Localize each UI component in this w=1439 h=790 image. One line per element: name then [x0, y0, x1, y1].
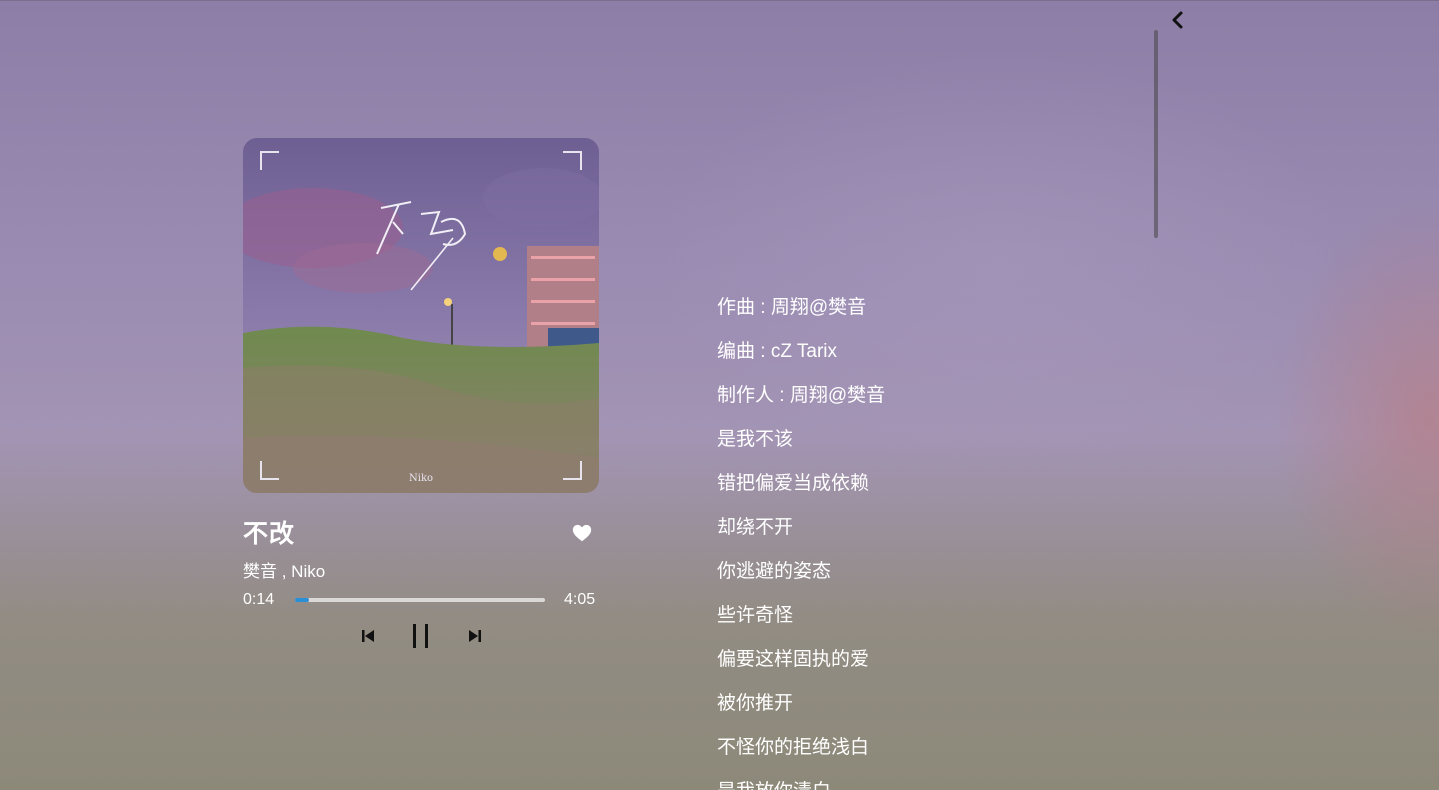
lyric-line[interactable]: 些许奇怪	[717, 602, 885, 646]
lyric-line[interactable]: 作曲 : 周翔@樊音	[717, 294, 885, 338]
skip-next-icon	[469, 630, 481, 642]
heart-icon	[572, 524, 592, 542]
lyrics-list: 作曲 : 周翔@樊音 编曲 : cZ Tarix 制作人 : 周翔@樊音 是我不该 错把…	[717, 294, 885, 790]
lyric-line[interactable]: 是我不该	[717, 426, 885, 470]
current-time: 0:14	[243, 591, 275, 608]
total-time: 4:05	[564, 591, 596, 608]
window-top-edge	[0, 0, 1439, 1]
lyric-line[interactable]: 错把偏爱当成依赖	[717, 470, 885, 514]
progress-fill	[295, 598, 310, 602]
like-button[interactable]	[571, 522, 593, 544]
song-artists[interactable]: 樊音 , Niko	[243, 557, 325, 582]
cover-signature: Niko	[409, 473, 433, 484]
lyric-line[interactable]: 偏要这样固执的爱	[717, 646, 885, 690]
next-button[interactable]	[467, 628, 483, 644]
lyric-line[interactable]: 你逃避的姿态	[717, 558, 885, 602]
lyric-line[interactable]: 不怪你的拒绝浅白	[717, 734, 885, 778]
album-cover-art: Niko	[243, 138, 599, 493]
pause-button[interactable]	[410, 623, 432, 649]
pause-icon	[413, 624, 428, 648]
previous-button[interactable]	[360, 628, 376, 644]
progress-bar[interactable]	[295, 598, 545, 602]
lyric-line[interactable]: 被你推开	[717, 690, 885, 734]
lyric-line[interactable]: 是我放你清白	[717, 778, 885, 790]
chevron-left-icon	[1172, 11, 1183, 29]
lyric-line[interactable]: 却绕不开	[717, 514, 885, 558]
skip-previous-icon	[362, 630, 374, 642]
song-title: 不改	[243, 520, 296, 548]
back-button[interactable]	[1166, 8, 1190, 32]
album-cover: Niko	[243, 138, 599, 493]
lyric-line[interactable]: 制作人 : 周翔@樊音	[717, 382, 885, 426]
lyric-line[interactable]: 编曲 : cZ Tarix	[717, 338, 885, 382]
scrollbar-thumb[interactable]	[1154, 30, 1158, 238]
